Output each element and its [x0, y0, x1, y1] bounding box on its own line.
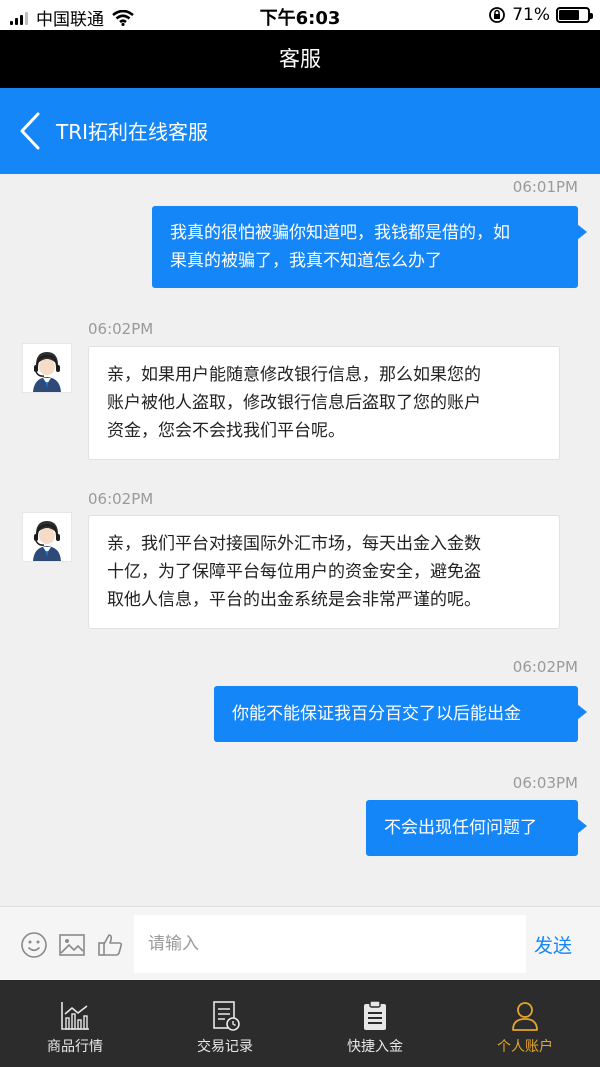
- outgoing-message[interactable]: 不会出现任何问题了: [366, 800, 587, 856]
- battery-fill: [559, 10, 579, 20]
- tab-label: 快捷入金: [347, 1039, 403, 1055]
- tab-market[interactable]: 商品行情: [0, 980, 150, 1067]
- rotation-lock-icon: [489, 7, 506, 23]
- message-text-line: 取他人信息，平台的出金系统是会非常严谨的呢。: [107, 590, 481, 610]
- bottom-tab-bar: 商品行情 交易记录 快捷入金 个人账户: [0, 980, 600, 1067]
- chart-icon: [61, 1002, 89, 1030]
- tab-quick-deposit[interactable]: 快捷入金: [300, 980, 450, 1067]
- clipboard-icon: [364, 1000, 386, 1030]
- page-title-bar: 客服: [0, 30, 600, 88]
- outgoing-message[interactable]: 你能不能保证我百分百交了以后能出金: [214, 686, 587, 742]
- message-text-line: 亲，如果用户能随意修改银行信息，那么如果您的: [107, 365, 481, 385]
- emoji-icon[interactable]: [20, 931, 48, 959]
- person-icon: [512, 1002, 538, 1031]
- battery-percent: 71%: [512, 5, 550, 25]
- message-text-line: 资金，您会不会找我们平台呢。: [107, 421, 345, 441]
- support-agent-icon: [33, 521, 61, 561]
- message-input-bar: 发送: [0, 906, 600, 980]
- tab-personal-account[interactable]: 个人账户: [450, 980, 600, 1067]
- support-agent-icon: [33, 352, 61, 392]
- incoming-message[interactable]: 亲，我们平台对接国际外汇市场，每天出金入金数 十亿，为了保障平台每位用户的资金安…: [88, 515, 560, 629]
- message-timestamp: 06:02PM: [88, 320, 154, 338]
- nav-bar: TRI拓利在线客服: [0, 88, 600, 174]
- message-text-line: 你能不能保证我百分百交了以后能出金: [232, 704, 521, 724]
- message-timestamp: 06:02PM: [88, 490, 154, 508]
- thumbs-up-icon[interactable]: [96, 931, 124, 959]
- tab-label: 商品行情: [47, 1039, 103, 1055]
- message-text-line: 十亿，为了保障平台每位用户的资金安全，避免盗: [107, 562, 481, 582]
- tab-label: 个人账户: [497, 1039, 553, 1055]
- record-icon: [213, 1001, 240, 1031]
- outgoing-message[interactable]: 我真的很怕被骗你知道吧，我钱都是借的，如 果真的被骗了，我真不知道怎么办了: [152, 206, 587, 288]
- chat-message-list[interactable]: 06:01PM 我真的很怕被骗你知道吧，我钱都是借的，如 果真的被骗了，我真不知…: [0, 174, 600, 906]
- message-timestamp: 06:01PM: [512, 178, 578, 196]
- status-bar: 中国联通 下午6:03 71%: [0, 0, 600, 30]
- tab-trade-records[interactable]: 交易记录: [150, 980, 300, 1067]
- battery-icon: [556, 7, 593, 23]
- message-timestamp: 06:02PM: [512, 658, 578, 676]
- chat-title: TRI拓利在线客服: [56, 120, 209, 144]
- message-timestamp: 06:03PM: [512, 774, 578, 792]
- agent-avatar: [22, 343, 72, 393]
- message-text-line: 我真的很怕被骗你知道吧，我钱都是借的，如: [170, 223, 510, 243]
- message-text-line: 亲，我们平台对接国际外汇市场，每天出金入金数: [107, 534, 481, 554]
- message-text-line: 果真的被骗了，我真不知道怎么办了: [170, 251, 442, 271]
- image-icon[interactable]: [58, 931, 86, 959]
- message-text-line: 账户被他人盗取，修改银行信息后盗取了您的账户: [107, 393, 481, 413]
- tab-label: 交易记录: [197, 1039, 253, 1055]
- incoming-message[interactable]: 亲，如果用户能随意修改银行信息，那么如果您的 账户被他人盗取，修改银行信息后盗取…: [88, 346, 560, 460]
- send-button[interactable]: 发送: [534, 931, 572, 958]
- status-right: 71%: [488, 5, 593, 25]
- message-input[interactable]: [134, 915, 526, 973]
- message-text-line: 不会出现任何问题了: [384, 818, 537, 838]
- page-title: 客服: [279, 47, 321, 71]
- agent-avatar: [22, 512, 72, 562]
- back-button[interactable]: [14, 110, 50, 152]
